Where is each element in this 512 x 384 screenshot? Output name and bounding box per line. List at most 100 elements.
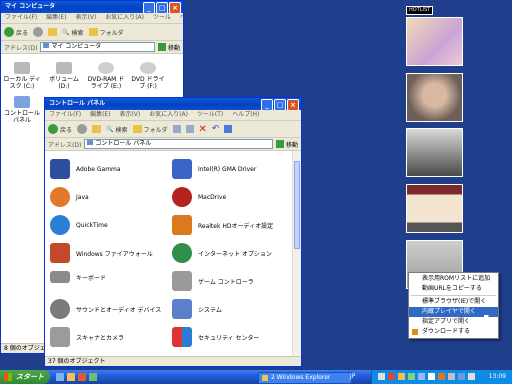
my-computer-titlebar[interactable]: マイ コンピュータ _ □ × bbox=[1, 1, 183, 13]
menu-view[interactable]: 表示(V) bbox=[119, 111, 140, 118]
address-bar: アドレス(D) コントロール パネル 移動 bbox=[45, 138, 301, 151]
tray-icon[interactable] bbox=[378, 373, 385, 380]
undo-button[interactable]: ↶ bbox=[212, 124, 220, 134]
cp-item-game-controller[interactable]: ゲーム コントローラ bbox=[172, 271, 254, 291]
menu-file[interactable]: ファイル(F) bbox=[5, 14, 37, 21]
address-bar: アドレス(D) マイ コンピュータ 移動 bbox=[1, 41, 183, 54]
cp-item-scanner[interactable]: スキャナとカメラ bbox=[50, 327, 124, 347]
cp-item-system[interactable]: システム bbox=[172, 299, 222, 319]
tray-icon[interactable] bbox=[438, 373, 445, 380]
video-thumbnail-1[interactable] bbox=[406, 17, 463, 66]
audio-icon bbox=[50, 299, 70, 319]
delete-icon: ✕ bbox=[198, 123, 207, 135]
taskbar-button-explorer[interactable]: 2 Windows Explorer bbox=[258, 372, 352, 384]
tray-icon[interactable] bbox=[408, 373, 415, 380]
menu-help[interactable]: ヘ bbox=[180, 14, 183, 21]
ctx-download[interactable]: ダウンロードする bbox=[409, 327, 498, 337]
control-panel-shortcut[interactable]: コントロール パネル bbox=[3, 96, 41, 124]
search-button[interactable]: 🔍 検索 bbox=[106, 125, 128, 134]
quick-launch-icon[interactable] bbox=[67, 373, 75, 381]
maximize-button[interactable]: □ bbox=[156, 2, 168, 13]
quick-launch-icon[interactable] bbox=[89, 373, 97, 381]
back-button[interactable]: 戻る bbox=[48, 124, 72, 134]
menu-tools[interactable]: ツール bbox=[153, 14, 171, 21]
cp-item-macdrive[interactable]: MacDrive bbox=[172, 187, 226, 207]
back-button[interactable]: 戻る bbox=[4, 27, 28, 37]
minimize-button[interactable]: _ bbox=[261, 99, 273, 110]
quick-launch-icon[interactable] bbox=[56, 373, 64, 381]
video-thumbnail-4[interactable] bbox=[406, 184, 463, 233]
folders-icon bbox=[88, 28, 98, 36]
taskbar: スタート 2 Windows Explorer JP 13:09 bbox=[0, 370, 512, 384]
ctx-open-in-browser[interactable]: 標準ブラウザ(IE)で開く bbox=[409, 297, 498, 307]
maximize-button[interactable]: □ bbox=[274, 99, 286, 110]
ctx-copy-url[interactable]: 動画URLをコピーする bbox=[409, 284, 498, 294]
cp-item-keyboard[interactable]: キーボード bbox=[50, 271, 106, 283]
address-field[interactable]: マイ コンピュータ bbox=[40, 42, 155, 52]
java-icon bbox=[50, 187, 70, 207]
video-thumbnail-3[interactable] bbox=[406, 128, 463, 177]
macdrive-icon bbox=[172, 187, 192, 207]
menu-favorites[interactable]: お気に入り(A) bbox=[105, 14, 144, 21]
cp-item-security-center[interactable]: セキュリティ センター bbox=[172, 327, 260, 347]
cp-item-firewall[interactable]: Windows ファイアウォール bbox=[50, 243, 153, 263]
vertical-scrollbar[interactable] bbox=[292, 151, 301, 356]
cp-item-adobe-gamma[interactable]: Adobe Gamma bbox=[50, 159, 121, 179]
drive-d[interactable]: ボリューム (D:) bbox=[45, 62, 83, 90]
close-button[interactable]: × bbox=[287, 99, 299, 110]
control-panel-window: コントロール パネル _ □ × ファイル(F) 編集(E) 表示(V) お気に… bbox=[44, 97, 302, 367]
address-field[interactable]: コントロール パネル bbox=[84, 139, 273, 149]
menu-favorites[interactable]: お気に入り(A) bbox=[149, 111, 188, 118]
tray-icon[interactable] bbox=[398, 373, 405, 380]
menu-view[interactable]: 表示(V) bbox=[75, 14, 96, 21]
copy-icon bbox=[172, 125, 181, 133]
cp-item-quicktime[interactable]: QuickTime bbox=[50, 215, 108, 235]
start-button[interactable]: スタート bbox=[0, 370, 50, 384]
menu-edit[interactable]: 編集(E) bbox=[46, 14, 66, 21]
hotlist-badge: HOTLIST bbox=[406, 6, 434, 15]
tray-icon[interactable] bbox=[428, 373, 435, 380]
drive-e[interactable]: DVD-RAM ドライブ (E:) bbox=[87, 62, 125, 90]
control-panel-titlebar[interactable]: コントロール パネル _ □ × bbox=[45, 98, 301, 110]
video-thumbnail-2[interactable] bbox=[406, 73, 463, 122]
tray-icon[interactable] bbox=[448, 373, 455, 380]
clock[interactable]: 13:09 bbox=[489, 370, 506, 384]
cp-item-java[interactable]: Java bbox=[50, 187, 89, 207]
forward-button[interactable] bbox=[77, 124, 88, 134]
tray-icon[interactable] bbox=[388, 373, 395, 380]
scrollbar-thumb[interactable] bbox=[294, 161, 300, 249]
tray-icon[interactable] bbox=[468, 373, 475, 380]
up-folder-button[interactable] bbox=[92, 125, 102, 133]
delete-button[interactable]: ✕ bbox=[199, 124, 207, 135]
menu-help[interactable]: ヘルプ(H) bbox=[232, 111, 259, 118]
search-button[interactable]: 🔍 検索 bbox=[62, 28, 84, 37]
go-button[interactable]: 移動 bbox=[157, 43, 183, 52]
menu-bar: ファイル(F) 編集(E) 表示(V) お気に入り(A) ツール ヘ bbox=[1, 13, 183, 24]
cp-item-internet-options[interactable]: インターネット オプション bbox=[172, 243, 272, 263]
drive-f[interactable]: DVD ドライブ (F:) bbox=[129, 62, 167, 90]
cp-item-intel-gma[interactable]: Intel(R) GMA Driver bbox=[172, 159, 256, 179]
quick-launch-icon[interactable] bbox=[78, 373, 86, 381]
menu-tools[interactable]: ツール(T) bbox=[197, 111, 223, 118]
tray-icon[interactable] bbox=[458, 373, 465, 380]
copy-to-button[interactable] bbox=[172, 125, 181, 133]
move-to-button[interactable] bbox=[185, 125, 194, 133]
minimize-button[interactable]: _ bbox=[143, 2, 155, 13]
menu-file[interactable]: ファイル(F) bbox=[49, 111, 81, 118]
tray-icon[interactable] bbox=[418, 373, 425, 380]
up-folder-button[interactable] bbox=[48, 28, 58, 36]
cp-item-sound[interactable]: サウンドとオーディオ デバイス bbox=[50, 299, 161, 319]
forward-arrow-icon bbox=[77, 124, 88, 134]
folders-button[interactable]: フォルダ bbox=[88, 28, 124, 37]
ctx-add-to-list[interactable]: 表示用ROMリストに追加 bbox=[409, 274, 498, 284]
ime-indicator[interactable]: JP bbox=[350, 370, 355, 384]
cp-item-realtek[interactable]: Realtek HDオーディオ設定 bbox=[172, 215, 273, 235]
go-button[interactable]: 移動 bbox=[275, 140, 301, 149]
forward-button[interactable] bbox=[33, 27, 44, 37]
views-button[interactable] bbox=[224, 125, 233, 133]
close-button[interactable]: × bbox=[169, 2, 181, 13]
toolbar: 戻る 🔍 検索 フォルダ bbox=[1, 24, 183, 41]
menu-edit[interactable]: 編集(E) bbox=[90, 111, 110, 118]
drive-c[interactable]: ローカル ディスク (C:) bbox=[3, 62, 41, 90]
folders-button[interactable]: フォルダ bbox=[132, 125, 168, 134]
